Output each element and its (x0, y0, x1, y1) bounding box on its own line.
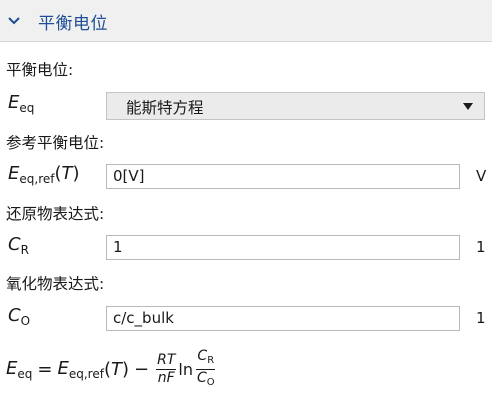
eq-ln: ln (178, 359, 193, 379)
eq-frac2-den-sub: O (206, 376, 215, 388)
oxidized-expression-input[interactable]: c/c_bulk (106, 306, 460, 331)
dropdown-arrow-icon[interactable] (463, 103, 473, 110)
eq-frac2-num: CR (196, 347, 216, 370)
nernst-equation: Eeq = Eeq,ref(T) − RT nF ln CR CO (6, 345, 218, 393)
eq-lhs-sub: eq (17, 366, 33, 381)
eq-minus: − (134, 358, 150, 380)
reduced-expression-label: 还原物表达式: (6, 205, 105, 223)
cr-symbol: CR (8, 234, 29, 257)
eq-frac2-num-sub: R (207, 354, 215, 366)
eeq-symbol-sub: eq (19, 101, 35, 115)
eq-equals: = (37, 358, 53, 380)
eq-lhs: Eeq (6, 358, 32, 381)
oxidized-expression-unit: 1 (476, 309, 486, 327)
eq-lhs-main: E (6, 357, 18, 379)
eq-frac1-den: nF (157, 369, 175, 386)
eeqref-symbol-sub: eq,ref (19, 172, 55, 186)
eq-ref: Eeq,ref (57, 358, 103, 381)
eq-ref-sub: eq,ref (68, 366, 104, 381)
section-header-equilibrium-potential[interactable]: 平衡电位 (0, 0, 492, 42)
eeqref-symbol-main: E (8, 163, 20, 184)
reduced-expression-input[interactable]: 1 (106, 235, 460, 260)
eeqref-symbol-arg: T (61, 163, 73, 184)
eq-fraction-cr-co: CR CO (196, 348, 216, 391)
eq-frac2-den: CO (196, 370, 216, 391)
eq-frac2-den-main: C (196, 369, 207, 386)
cr-symbol-sub: R (20, 243, 29, 257)
reduced-expression-unit: 1 (476, 238, 486, 256)
eq-fraction-rt-nf: RT nF (156, 351, 177, 387)
reference-potential-label: 参考平衡电位: (6, 134, 105, 152)
co-symbol-main: C (8, 305, 21, 326)
equilibrium-potential-select[interactable]: 能斯特方程 (106, 92, 485, 120)
oxidized-expression-label: 氧化物表达式: (6, 275, 105, 293)
eeq-symbol-main: E (8, 92, 20, 113)
equilibrium-potential-selected: 能斯特方程 (126, 99, 204, 117)
eq-frac1-num: RT (156, 351, 177, 370)
cr-symbol-main: C (8, 234, 21, 255)
eeqref-symbol: Eeq,ref(T) (8, 163, 80, 186)
eq-ref-main: E (57, 357, 69, 379)
reference-potential-input[interactable]: 0[V] (106, 164, 460, 189)
section-title: 平衡电位 (38, 14, 108, 34)
eq-ref-arg: T (110, 358, 122, 380)
chevron-down-icon[interactable] (8, 16, 20, 26)
co-symbol-sub: O (20, 314, 31, 328)
equilibrium-potential-label: 平衡电位: (6, 61, 74, 79)
eeq-symbol: Eeq (8, 92, 34, 115)
reference-potential-unit: V (476, 167, 487, 185)
eq-frac2-num-main: C (197, 347, 208, 364)
co-symbol: CO (8, 305, 30, 328)
